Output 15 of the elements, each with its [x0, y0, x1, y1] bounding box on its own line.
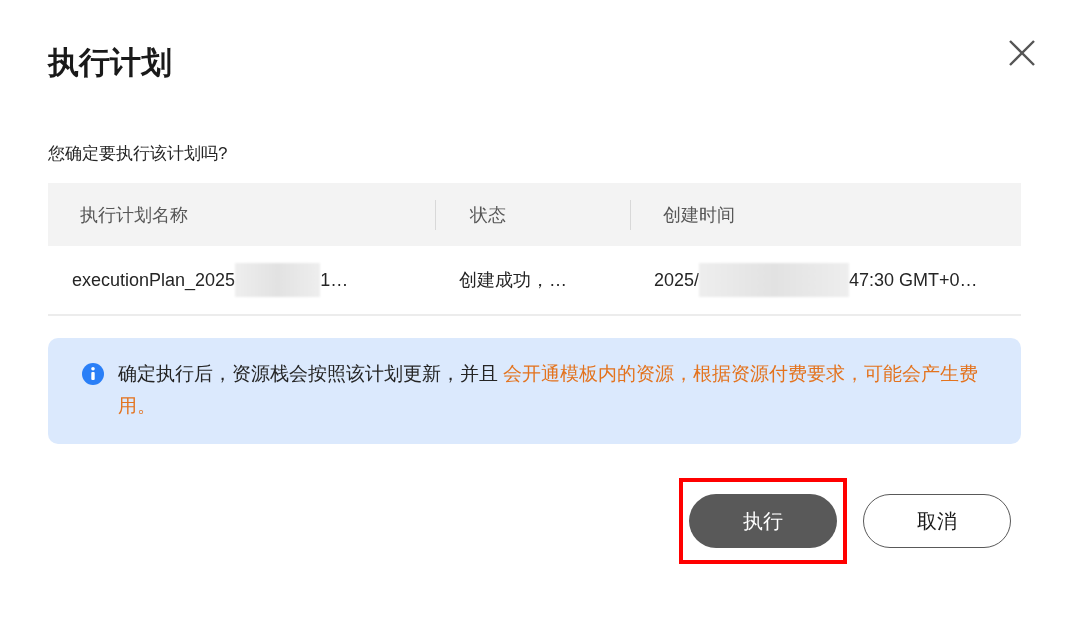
- table-cell-text: 2025/: [654, 269, 700, 291]
- column-header: 执行计划名称: [79, 203, 188, 227]
- info-icon: [82, 363, 104, 385]
- cancel-button[interactable]: 取消: [863, 494, 1011, 548]
- table-cell-text: 47:30 GMT+0…: [849, 269, 978, 291]
- confirm-question: 您确定要执行该计划吗?: [48, 143, 229, 165]
- column-header: 创建时间: [662, 203, 735, 227]
- notice-text: 确定执行后，资源栈会按照该计划更新，并且 会开通模板内的资源，根据资源付费要求，可能会产生费用。: [118, 362, 980, 418]
- table-cell-text: 创建成功，…: [459, 269, 567, 292]
- execute-button[interactable]: 执行: [689, 494, 837, 548]
- column-header: 状态: [469, 203, 506, 227]
- table-cell-text: executionPlan_2025: [72, 269, 236, 291]
- close-icon[interactable]: [1007, 38, 1037, 68]
- table-cell-text: 1…: [320, 269, 349, 291]
- dialog-title: 执行计划: [48, 44, 172, 82]
